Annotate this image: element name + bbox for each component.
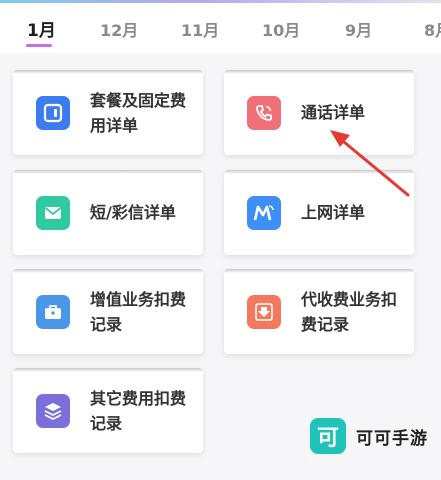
toolbox-icon <box>36 295 70 329</box>
tab-month-9[interactable]: 9月 <box>345 17 372 41</box>
card-label: 短/彩信详单 <box>90 203 176 222</box>
download-tray-icon <box>247 295 281 329</box>
card-label: 套餐及固定费用详单 <box>90 91 187 135</box>
watermark-logo: 可 <box>310 418 346 454</box>
tab-month-11[interactable]: 11月 <box>181 17 219 41</box>
card-label: 代收费业务扣费记录 <box>301 290 398 334</box>
watermark: 可 可可手游 <box>310 418 428 454</box>
tab-month-8[interactable]: 8月 <box>424 17 441 41</box>
tab-month-10[interactable]: 10月 <box>262 17 300 41</box>
tab-month-12[interactable]: 12月 <box>100 17 138 41</box>
month-tabs: 1月 12月 11月 10月 9月 8月 <box>0 3 441 53</box>
card-label: 通话详单 <box>301 103 366 122</box>
layers-icon <box>36 394 70 428</box>
card-package-fixed-fee[interactable]: 套餐及固定费用详单 <box>13 70 203 155</box>
card-label: 增值业务扣费记录 <box>90 290 187 334</box>
watermark-text: 可可手游 <box>356 428 428 449</box>
tab-month-1[interactable]: 1月 <box>27 16 56 41</box>
bill-detail-grid: 套餐及固定费用详单 通话详单 短/彩信详单 上网详单 增值业务扣费记录 代收费业… <box>0 53 441 480</box>
card-collection-service-charges[interactable]: 代收费业务扣费记录 <box>224 269 414 354</box>
phone-call-icon <box>247 96 281 130</box>
card-label: 其它费用扣费记录 <box>90 389 187 433</box>
envelope-icon <box>36 196 70 230</box>
card-value-added-charges[interactable]: 增值业务扣费记录 <box>13 269 203 354</box>
card-other-charges[interactable]: 其它费用扣费记录 <box>13 368 203 453</box>
active-tab-indicator <box>26 44 52 47</box>
card-sms-mms-detail[interactable]: 短/彩信详单 <box>13 170 203 255</box>
internet-m-icon <box>247 196 281 230</box>
card-label: 上网详单 <box>301 203 366 222</box>
package-icon <box>36 96 70 130</box>
annotation-arrow-icon <box>330 130 410 197</box>
